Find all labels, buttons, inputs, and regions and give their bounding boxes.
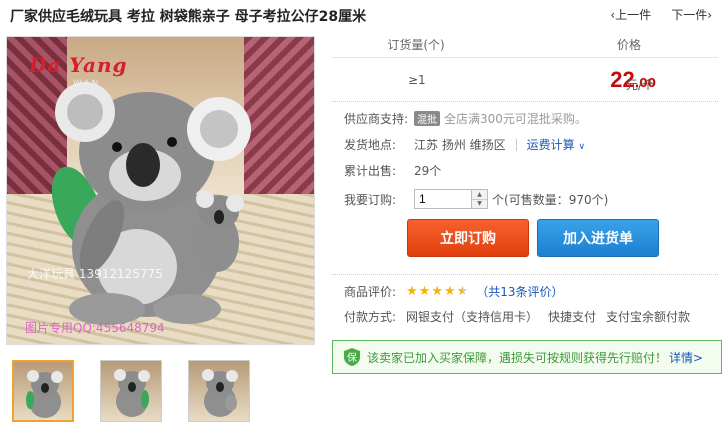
separator xyxy=(515,138,517,151)
koala-plush-illustration xyxy=(51,82,251,325)
thumbnail-strip xyxy=(12,360,250,422)
review-row: 商品评价: ★ ★ ★ ★ ★ （共13条评价） xyxy=(344,283,564,300)
brand-logo: Da Yang xyxy=(29,53,128,77)
decrement-icon[interactable]: ▼ xyxy=(472,198,487,208)
review-count-link[interactable]: （共13条评价） xyxy=(476,283,563,300)
star-full-icon: ★ xyxy=(406,284,418,299)
stepper-buttons: ▲ ▼ xyxy=(471,190,487,208)
sold-count-row: 累计出售: 29个 xyxy=(344,162,441,179)
ship-from-row: 发货地点: 江苏 扬州 维扬区 运费计算 ∨ xyxy=(344,136,585,153)
product-title: 厂家供应毛绒玩具 考拉 树袋熊亲子 母子考拉公仔28厘米 xyxy=(10,9,367,25)
supplier-support-row: 供应商支持: 混批 全店满300元可混批采购。 xyxy=(344,110,587,127)
star-full-icon: ★ xyxy=(418,284,431,299)
main-product-image[interactable]: Da Yang WAN 大洋玩具 13912125775 图片专用QQ:4556… xyxy=(6,36,315,345)
sold-count: 29个 xyxy=(414,164,442,178)
payment-row: 付款方式: 网银支付（支持信用卡） 快捷支付 支付宝余额付款 xyxy=(344,308,690,325)
payment-method: 网银支付（支持信用卡） xyxy=(406,310,539,324)
ship-label: 发货地点: xyxy=(344,138,397,152)
price-unit: 元/个 xyxy=(625,78,654,92)
koala-thumb-icon xyxy=(26,370,63,418)
price-row: ≥1 22.00 元/个 xyxy=(332,62,718,98)
divider xyxy=(332,101,718,102)
divider xyxy=(332,274,718,275)
svg-text:保: 保 xyxy=(347,351,357,364)
star-full-icon: ★ xyxy=(431,284,443,299)
order-label: 我要订购: xyxy=(344,192,397,207)
order-unit: 个 xyxy=(492,192,505,207)
mixed-batch-badge: 混批 xyxy=(414,111,440,126)
quantity-input[interactable] xyxy=(415,190,471,208)
support-text: 全店满300元可混批采购。 xyxy=(444,112,587,126)
product-nav: ‹上一件 下一件› xyxy=(610,6,712,23)
star-half-icon: ★ xyxy=(456,284,469,299)
qty-header: 订货量(个) xyxy=(387,38,445,52)
star-full-icon: ★ xyxy=(443,284,456,299)
buy-now-button[interactable]: 立即订购 xyxy=(407,219,529,257)
payment-method: 支付宝余额付款 xyxy=(606,310,691,324)
brand-logo-sub: WAN xyxy=(73,79,101,89)
guarantee-text: 该卖家已加入买家保障，遇损失可按规则获得先行赔付！ xyxy=(367,350,668,365)
stock-available: (可售数量：970个) xyxy=(504,192,609,207)
ship-location: 江苏 扬州 维扬区 xyxy=(414,138,506,152)
unit-price: 22.00 xyxy=(500,67,718,93)
qty-tier: ≥1 xyxy=(408,73,426,87)
buyer-guarantee-banner: 保 该卖家已加入买家保障，遇损失可按规则获得先行赔付！ 详情> xyxy=(332,340,722,374)
rating-stars: ★ ★ ★ ★ ★ xyxy=(406,285,468,298)
thumbnail-1[interactable] xyxy=(12,360,74,422)
freight-calc-link[interactable]: 运费计算 ∨ xyxy=(527,136,585,153)
sold-label: 累计出售: xyxy=(344,164,397,178)
increment-icon[interactable]: ▲ xyxy=(472,190,487,199)
shield-icon: 保 xyxy=(344,348,360,366)
order-qty-row: 我要订购: ▲ ▼ 个 (可售数量：970个) xyxy=(344,189,608,209)
thumbnail-2[interactable] xyxy=(100,360,162,422)
chevron-down-icon: ∨ xyxy=(578,142,586,152)
payment-label: 付款方式: xyxy=(344,310,397,324)
watermark-phone: 大洋玩具 13912125775 xyxy=(27,267,163,281)
koala-thumb-icon xyxy=(114,369,150,417)
koala-thumb-icon xyxy=(202,369,238,417)
thumbnail-3[interactable] xyxy=(188,360,250,422)
payment-method: 快捷支付 xyxy=(548,310,597,324)
add-to-cart-button[interactable]: 加入进货单 xyxy=(537,219,659,257)
price-table-header: 订货量(个) 价格 xyxy=(332,36,718,58)
guarantee-details-link[interactable]: 详情> xyxy=(669,349,703,366)
prev-item-link[interactable]: ‹上一件 xyxy=(610,6,651,23)
support-label: 供应商支持: xyxy=(344,112,409,126)
review-label: 商品评价: xyxy=(344,285,397,299)
watermark-qq: 图片专用QQ:455648794 xyxy=(25,321,165,335)
price-header: 价格 xyxy=(616,38,641,52)
next-item-link[interactable]: 下一件› xyxy=(671,6,712,23)
quantity-stepper: ▲ ▼ xyxy=(414,189,488,209)
